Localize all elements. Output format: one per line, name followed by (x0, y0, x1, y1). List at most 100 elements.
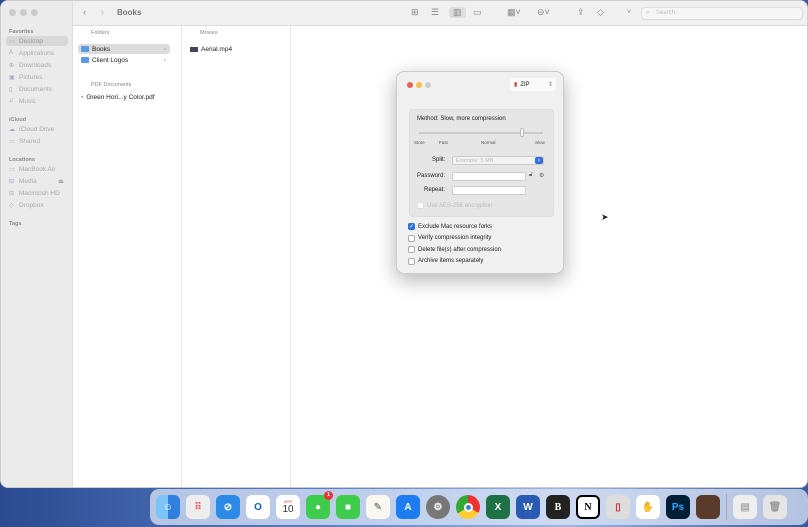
checkbox[interactable] (408, 246, 415, 253)
more-chevron-icon[interactable]: ˅ (627, 9, 631, 16)
file-aerial[interactable]: Aerial.mp4 (187, 44, 279, 54)
system-settings-icon[interactable]: ⚙ (426, 495, 450, 519)
checkbox[interactable] (408, 257, 415, 265)
messages-icon[interactable]: ● 1 (306, 491, 333, 519)
sidebar-item-icloud-drive[interactable]: ☁ iCloud Drive (6, 124, 68, 134)
facetime-icon[interactable]: ■ (336, 495, 360, 519)
app-icon[interactable] (696, 495, 720, 519)
sidebar-item-shared[interactable]: ▭ Shared (6, 136, 68, 146)
mouse-cursor: ➤ (601, 212, 609, 222)
icon-view-icon[interactable]: ⊞ (411, 7, 419, 18)
applications-icon: A (9, 50, 14, 56)
option-checkbox-0[interactable]: ✓ Exclude Mac resource forks (408, 223, 492, 230)
notion-icon[interactable]: N (576, 495, 600, 519)
safari-icon[interactable]: ⊘ (216, 495, 240, 519)
downloads-stack-icon[interactable]: ▤ (733, 495, 757, 519)
downloads-icon: ⊕ (9, 62, 15, 69)
file-pdf[interactable]: ▪ Green Hori...y Color.pdf (78, 92, 170, 102)
method-label: Method: Slow, more compression (417, 116, 506, 122)
password-field[interactable] (452, 172, 526, 181)
label: Music (19, 97, 36, 105)
option-checkbox-2[interactable]: Delete file(s) after compression (408, 246, 501, 253)
sidebar-item-music[interactable]: ♫ Music (6, 96, 68, 106)
sidebar-item-pictures[interactable]: ▣ Pictures (6, 72, 68, 82)
label: Archive items separately (418, 258, 484, 264)
group-icon[interactable]: ▦˅ (507, 7, 521, 18)
repeat-field[interactable] (452, 186, 526, 195)
minimize-button[interactable] (20, 9, 27, 16)
sidebar-item-desktop[interactable]: ▭ Desktop (6, 36, 68, 46)
sidebar-item-dropbox[interactable]: ◇ Dropbox (6, 200, 68, 210)
section-icloud: iCloud (9, 117, 27, 123)
excel-icon[interactable]: X (486, 495, 510, 519)
updown-icon: ⇕ (547, 82, 553, 88)
label: Pictures (19, 73, 43, 81)
window-title: Books (117, 8, 142, 17)
sidebar-item-documents[interactable]: ▯ Documents (6, 84, 68, 94)
chevron-right-icon: › (163, 45, 166, 53)
label: Green Hori...y Color.pdf (86, 93, 155, 101)
slider-thumb[interactable] (519, 128, 524, 137)
label: Documents (19, 85, 52, 93)
zoom-button[interactable] (31, 9, 38, 16)
sidebar-item-downloads[interactable]: ⊕ Downloads (6, 60, 68, 70)
photoshop-icon[interactable]: Ps (666, 495, 690, 519)
finder-app-icon[interactable]: ☺ (156, 495, 180, 519)
folder-client-logos[interactable]: Client Logos › (78, 55, 170, 65)
lock-icon[interactable]: 🔓︎ (529, 172, 533, 179)
app-letter: N (584, 501, 592, 513)
label: MacBook Air (19, 165, 56, 173)
section-locations: Locations (9, 157, 35, 163)
checkbox[interactable]: ✓ (408, 223, 415, 230)
zoom-button (425, 82, 431, 88)
compression-slider[interactable] (419, 128, 543, 137)
outlook-icon[interactable]: O (246, 495, 270, 519)
shared-icon: ▭ (9, 138, 15, 145)
sidebar-item-media[interactable]: ⊟ Media ⏏ (6, 176, 68, 186)
action-icon[interactable]: ⊖˅ (537, 7, 550, 18)
label: Delete file(s) after compression (418, 246, 502, 253)
close-button[interactable] (407, 82, 413, 88)
eject-icon[interactable]: ⏏ (58, 177, 64, 185)
password-label: Password: (417, 173, 446, 179)
format-select[interactable]: ▮ ZIP ⇕ (510, 78, 556, 91)
archive-options-dialog: ▮ ZIP ⇕ Method: Slow, more compression Sto… (396, 71, 564, 274)
sidebar-item-macintosh-hd[interactable]: ⊟ Macintosh HD (6, 188, 68, 198)
option-checkbox-3[interactable]: Archive items separately (408, 257, 484, 265)
trash-icon[interactable]: 🗑︎ (763, 495, 787, 519)
calendar-icon[interactable]: APR 10 (276, 495, 300, 519)
checkbox[interactable] (408, 234, 415, 242)
option-checkbox-1[interactable]: Verify compression integrity (408, 234, 491, 242)
tag-icon[interactable]: ◇ (597, 7, 604, 18)
search-input[interactable]: Search ⌕ (641, 7, 803, 20)
dialog-controls (407, 82, 431, 88)
word-icon[interactable]: W (516, 495, 540, 519)
tick-label: Fast (439, 140, 448, 145)
sidebar-item-applications[interactable]: A Applications (6, 48, 68, 58)
column-books: Movies Aerial.mp4 (182, 26, 291, 487)
launchpad-icon[interactable]: ⠿ (186, 495, 210, 519)
gallery-view-icon[interactable]: ▭ (473, 7, 482, 18)
iphone-mirroring-icon[interactable]: ▯ (606, 495, 630, 519)
section-tags: Tags (9, 221, 22, 227)
back-icon[interactable]: ‹ (83, 7, 86, 17)
bbedit-icon[interactable]: B (546, 495, 570, 519)
window-controls[interactable] (9, 9, 38, 16)
forward-icon[interactable]: › (101, 7, 104, 17)
split-select[interactable]: Example: 5 MB ˅ (452, 156, 544, 165)
textedit-icon[interactable]: ✎ (366, 495, 390, 519)
minimize-button[interactable] (416, 82, 422, 88)
column-view-icon[interactable]: ▥ (449, 7, 466, 18)
adblock-icon[interactable]: ✋ (636, 495, 660, 519)
share-icon[interactable]: ⇪ (577, 7, 585, 18)
key-icon[interactable]: ⚙ (539, 172, 544, 179)
label: Exclude Mac resource forks (418, 223, 493, 230)
chrome-icon[interactable] (456, 495, 480, 519)
sidebar-item-macbook-air[interactable]: ▭ MacBook Air (6, 164, 68, 174)
close-button[interactable] (9, 9, 16, 16)
label: Shared (19, 137, 40, 145)
list-view-icon[interactable]: ☰ (431, 7, 439, 18)
folder-icon (81, 57, 89, 63)
app-store-icon[interactable]: A (396, 495, 420, 519)
folder-books[interactable]: Books › (78, 44, 170, 54)
